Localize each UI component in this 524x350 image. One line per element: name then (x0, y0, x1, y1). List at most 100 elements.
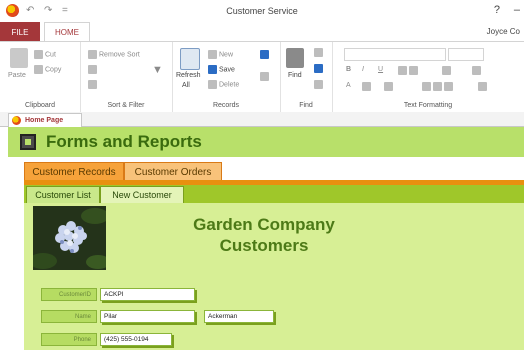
paste-icon[interactable] (10, 48, 28, 68)
refresh-all-button[interactable]: Refresh (176, 72, 201, 79)
copy-label: Copy (45, 66, 62, 74)
italic-button[interactable]: I (362, 66, 364, 73)
font-size-box[interactable] (448, 48, 484, 61)
alt-row-color-icon (478, 82, 487, 91)
indent-buttons[interactable] (398, 66, 420, 75)
new-label: New (219, 51, 234, 59)
home-page-tab[interactable]: Home Page (8, 113, 82, 127)
goto-arrow-icon (314, 64, 323, 73)
font-name-box[interactable] (344, 48, 446, 61)
refresh-all-label: All (182, 82, 190, 89)
first-name-field[interactable]: Pilar (100, 310, 195, 323)
sort-filter-group: Remove Sort ▼ Sort & Filter (80, 42, 173, 112)
highlight-icon (362, 82, 371, 91)
cut-button[interactable]: Cut (34, 50, 56, 59)
align-buttons[interactable] (422, 82, 455, 91)
find-group-label: Find (299, 102, 313, 109)
toggle-filter-icon (88, 80, 97, 89)
last-name-field[interactable]: Ackerman (204, 310, 274, 323)
tab-customer-records[interactable]: Customer Records (24, 162, 124, 181)
save-record-button[interactable]: Save (208, 65, 235, 74)
fill-color-button[interactable] (384, 82, 395, 91)
company-title-line1: Garden Company (193, 215, 335, 234)
more-records-button[interactable] (260, 72, 271, 81)
bold-button[interactable]: B (346, 66, 351, 73)
find-button[interactable]: Find (288, 72, 302, 79)
customer-id-field[interactable]: ACKPI (100, 288, 195, 301)
decrease-indent-icon (398, 66, 407, 75)
new-record-button[interactable]: New (208, 50, 233, 59)
tab-customer-list[interactable]: Customer List (26, 186, 100, 203)
highlight-button[interactable] (362, 82, 373, 91)
paragraph-icon (442, 66, 451, 75)
company-title-line2: Customers (219, 236, 309, 255)
remove-sort-icon (88, 50, 97, 59)
font-color-button[interactable]: A (346, 82, 351, 89)
delete-label: Delete (219, 81, 240, 89)
company-title: Garden Company Customers (114, 214, 414, 256)
text-formatting-group: B I U A Text Formatting (332, 42, 524, 112)
alt-row-color-button[interactable] (478, 82, 489, 91)
gridlines-icon (472, 66, 481, 75)
copy-button[interactable]: Copy (34, 65, 61, 74)
home-tab[interactable]: HOME (44, 22, 90, 42)
delete-icon (208, 80, 217, 89)
align-center-icon (433, 82, 442, 91)
document-tab-bar: Home Page (0, 112, 524, 127)
more-icon (260, 72, 269, 81)
goto-button[interactable] (314, 64, 325, 73)
find-group: Find Find (280, 42, 333, 112)
ribbon: Paste Cut Copy Clipboard Remove Sort ▼ S… (0, 42, 524, 113)
refresh-icon[interactable] (180, 48, 200, 70)
align-left-icon (422, 82, 431, 91)
fill-color-icon (384, 82, 393, 91)
customer-id-label: CustomerID (41, 288, 97, 301)
select-button[interactable] (314, 80, 325, 89)
paragraph-direction-button[interactable] (442, 66, 453, 75)
form-title: Forms and Reports (46, 132, 202, 151)
replace-icon (314, 48, 323, 57)
file-tab[interactable]: FILE (0, 22, 40, 42)
user-name[interactable]: Joyce Co (487, 27, 520, 36)
replace-button[interactable] (314, 48, 325, 57)
customer-records-area: Customer List New Customer Garden Compan… (24, 185, 524, 350)
paste-button[interactable]: Paste (8, 72, 26, 79)
remove-sort-button[interactable]: Remove Sort (88, 50, 140, 59)
spelling-button[interactable] (260, 50, 271, 59)
filter-button[interactable]: ▼ (152, 64, 163, 76)
spelling-icon (260, 50, 269, 59)
window-title: Customer Service (226, 6, 298, 16)
form-icon (12, 116, 21, 125)
ribbon-tab-bar: FILE HOME Joyce Co (0, 22, 524, 42)
sort-ascending-icon (88, 65, 97, 74)
select-pointer-icon (314, 80, 323, 89)
form-header: Forms and Reports (8, 127, 524, 157)
name-label: Name (41, 310, 97, 323)
underline-button[interactable]: U (378, 66, 383, 73)
phone-field[interactable]: (425) 555-0194 (100, 333, 172, 346)
sort-filter-group-label: Sort & Filter (107, 102, 145, 109)
cut-label: Cut (45, 51, 56, 59)
new-record-icon (208, 50, 217, 59)
binoculars-icon[interactable] (286, 48, 304, 68)
tab-customer-orders[interactable]: Customer Orders (124, 162, 222, 181)
save-icon (208, 65, 217, 74)
phone-label: Phone (41, 333, 97, 346)
remove-sort-label: Remove Sort (99, 51, 140, 59)
align-right-icon (444, 82, 453, 91)
toggle-filter-button[interactable] (88, 80, 99, 89)
save-label: Save (219, 66, 235, 74)
delete-record-button[interactable]: Delete (208, 80, 239, 89)
clipboard-group: Paste Cut Copy Clipboard (0, 42, 81, 112)
new-customer-panel: Garden Company Customers CustomerID ACKP… (24, 203, 524, 350)
form-header-icon (20, 134, 36, 150)
ascending-button[interactable] (88, 65, 99, 74)
gridlines-button[interactable] (472, 66, 483, 75)
title-bar: ↶ ↷ = Customer Service ? – (0, 0, 524, 22)
minimize-button[interactable]: – (514, 4, 520, 16)
copy-icon (34, 65, 43, 74)
hydrangea-photo (33, 206, 106, 270)
tab-new-customer[interactable]: New Customer (100, 186, 184, 203)
help-button[interactable]: ? (494, 4, 500, 16)
records-group: Refresh All New Save Delete Records (172, 42, 281, 112)
